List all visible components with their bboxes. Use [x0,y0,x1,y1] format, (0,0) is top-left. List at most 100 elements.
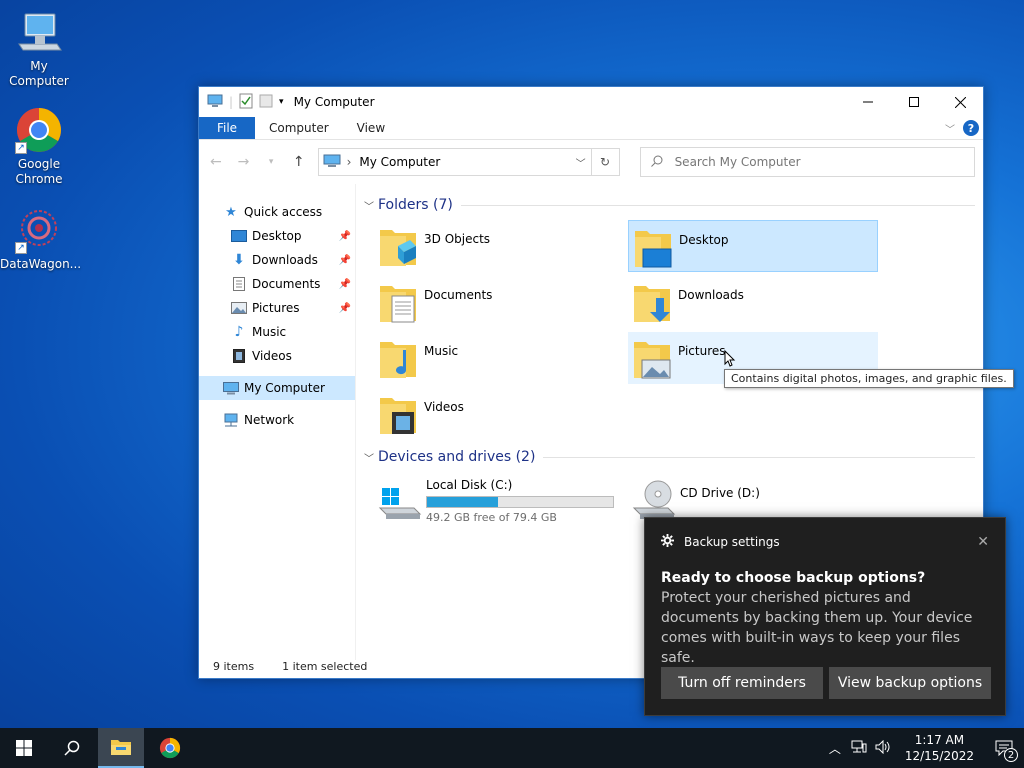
close-icon[interactable]: ✕ [977,534,989,550]
tab-file[interactable]: File [199,117,255,139]
turn-off-reminders-button[interactable]: Turn off reminders [661,667,823,699]
address-dropdown-icon[interactable]: ﹀ [571,155,591,170]
taskbar-chrome[interactable] [146,728,194,768]
computer-icon [223,381,239,395]
music-folder-icon [378,336,418,380]
chrome-icon [159,737,181,759]
folder-name: Pictures [678,344,726,358]
folder-name: Videos [424,400,464,414]
tab-view[interactable]: View [343,117,399,139]
shortcut-arrow-icon: ↗ [15,242,27,254]
group-title: Folders (7) [378,197,453,213]
mouse-cursor-icon [724,349,736,368]
customize-qat-icon[interactable]: ▾ [279,97,284,107]
folder-documents[interactable]: Documents [374,276,624,328]
desktop-icon-google-chrome[interactable]: ↗ Google Chrome [0,106,78,187]
sidebar-item-label: Downloads [252,253,318,267]
sidebar-item-documents[interactable]: Documents 📌 [199,272,355,296]
sidebar-item-label: Desktop [252,229,302,243]
network-icon [223,413,239,427]
search-button[interactable] [48,728,96,768]
sidebar-item-downloads[interactable]: ⬇ Downloads 📌 [199,248,355,272]
folder-desktop[interactable]: Desktop [628,220,878,272]
help-icon[interactable]: ? [963,120,979,136]
item-count: 9 items [213,659,255,673]
folder-name: Music [424,344,459,358]
sidebar-item-pictures[interactable]: Pictures 📌 [199,296,355,320]
drive-usage-fill [427,497,498,507]
window-controls [845,87,983,117]
cd-drive-icon [632,478,676,522]
sidebar-item-label: My Computer [244,381,325,395]
sidebar-item-label: Music [252,325,287,339]
sidebar-item-quick-access[interactable]: ★ Quick access [199,200,355,224]
folder-music[interactable]: Music [374,332,624,384]
download-icon: ⬇ [233,252,245,268]
up-button[interactable]: ↑ [290,154,308,170]
forward-button[interactable]: → [235,154,253,170]
tooltip: Contains digital photos, images, and gra… [724,369,1014,388]
network-icon[interactable] [847,740,871,757]
computer-icon [207,94,223,111]
tab-computer[interactable]: Computer [255,117,343,139]
navigation-bar: ← → ▾ ↑ › My Computer ﹀ ↻ Search My Comp… [199,140,983,184]
back-button[interactable]: ← [207,154,225,170]
pin-icon[interactable]: 📌 [339,231,351,242]
collapse-chevron-icon: ﹀ [364,453,374,465]
hard-drive-icon [378,478,422,522]
drive-local-disk-c[interactable]: Local Disk (C:) 49.2 GB free of 79.4 GB [374,474,624,526]
selection-count: 1 item selected [282,659,368,673]
title-bar: | ▾ My Computer [199,87,983,117]
folder-3d-objects[interactable]: 3D Objects [374,220,624,272]
desktop-icon-datawagon[interactable]: ↗ DataWagon... [0,206,81,272]
notification-title: Ready to choose backup options? [661,570,926,586]
desktop-icon [231,229,247,243]
ribbon-tabs: File Computer View ﹀ ? [199,117,983,140]
search-box[interactable]: Search My Computer [639,147,975,177]
folder-videos[interactable]: Videos [374,388,624,440]
folder-name: Downloads [678,288,744,302]
file-explorer-icon [111,740,131,755]
minimize-button[interactable] [845,87,891,117]
computer-icon [323,154,341,171]
volume-icon[interactable] [871,739,895,757]
sidebar-item-label: Pictures [252,301,300,315]
pin-icon[interactable]: 📌 [339,279,351,290]
computer-icon [15,8,63,56]
folders-group-header[interactable]: ﹀ Folders (7) [364,194,975,216]
expand-ribbon-icon[interactable]: ﹀ [945,121,955,136]
start-button[interactable] [0,728,48,768]
show-hidden-icons-icon[interactable]: ︿ [823,740,847,757]
backup-notification: Backup settings ✕ Ready to choose backup… [644,517,1006,716]
pin-icon[interactable]: 📌 [339,303,351,314]
address-bar[interactable]: › My Computer ﹀ ↻ [317,148,620,176]
clock[interactable]: 1:17 AM 12/15/2022 [895,732,984,764]
desktop-icon-label: My Computer [9,59,69,88]
folder-downloads[interactable]: Downloads [628,276,878,328]
folder-name: 3D Objects [424,232,491,246]
refresh-button[interactable]: ↻ [590,149,619,175]
new-folder-icon[interactable] [259,94,273,111]
action-center-button[interactable]: 2 [984,728,1024,768]
close-button[interactable] [937,87,983,117]
maximize-button[interactable] [891,87,937,117]
folder-name: Desktop [679,233,729,247]
pin-icon[interactable]: 📌 [339,255,351,266]
sidebar-item-my-computer[interactable]: My Computer [199,376,355,400]
devices-group-header[interactable]: ﹀ Devices and drives (2) [364,446,975,468]
view-backup-options-button[interactable]: View backup options [829,667,991,699]
sidebar-item-videos[interactable]: Videos [199,344,355,368]
recent-locations-button[interactable]: ▾ [262,157,280,167]
search-icon [650,155,663,170]
search-icon [64,740,80,756]
sidebar-item-network[interactable]: Network [199,408,355,432]
videos-folder-icon [378,392,418,436]
properties-icon[interactable] [239,93,253,112]
drive-free-space: 49.2 GB free of 79.4 GB [426,511,557,524]
chrome-icon: ↗ [15,106,63,154]
sidebar-item-music[interactable]: ♪ Music [199,320,355,344]
sidebar-item-desktop[interactable]: Desktop 📌 [199,224,355,248]
taskbar-file-explorer[interactable] [98,728,144,768]
desktop-folder-icon [633,225,673,269]
desktop-icon-my-computer[interactable]: My Computer [0,8,78,89]
